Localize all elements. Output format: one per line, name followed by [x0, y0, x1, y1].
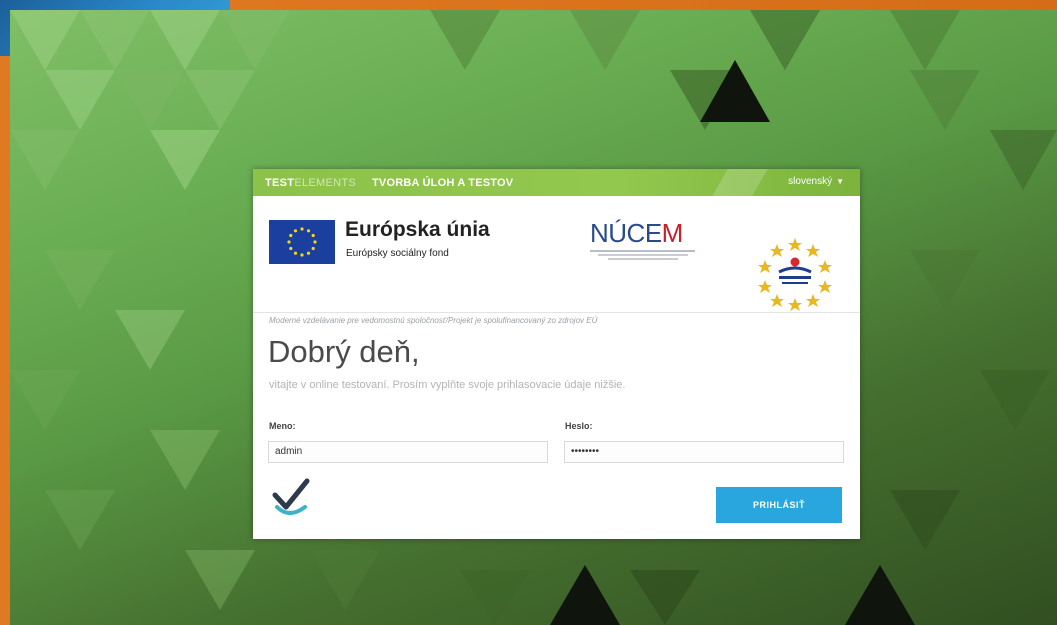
username-label: Meno: — [269, 421, 296, 431]
eu-flag-icon — [269, 220, 335, 264]
project-tagline: Moderné vzdelávanie pre vedomostnú spolo… — [269, 316, 598, 325]
eu-cofinanced-seal-icon — [758, 238, 832, 311]
password-label: Heslo: — [565, 421, 593, 431]
partner-logos: Európska únia Európsky sociálny fond NÚC… — [253, 196, 860, 325]
nucem-fineprint — [590, 254, 695, 260]
login-card: TEST ELEMENTS TVORBA ÚLOH A TESTOV slove… — [253, 169, 860, 539]
login-button[interactable]: PRIHLÁSIŤ — [716, 487, 842, 523]
checkmark-logo-icon — [272, 478, 310, 515]
nucem-divider — [590, 250, 695, 252]
nucem-wordmark-prefix: NÚCE — [590, 218, 662, 248]
password-input[interactable]: •••••••• — [564, 441, 844, 463]
app-header-bar: TEST ELEMENTS TVORBA ÚLOH A TESTOV slove… — [253, 169, 860, 196]
brand-name-light: ELEMENTS — [294, 176, 357, 189]
header-stripe-decoration — [712, 169, 768, 196]
eu-title: Európska únia — [345, 218, 490, 241]
caret-down-icon: ▼ — [836, 177, 844, 186]
language-selector[interactable]: slovenský ▼ — [788, 176, 844, 187]
username-input[interactable]: admin — [268, 441, 548, 463]
nucem-wordmark: NÚCEM — [590, 218, 695, 249]
brand-name-strong: TEST — [265, 176, 295, 189]
greeting-subtitle: vitajte v online testovaní. Prosím vyplň… — [269, 379, 626, 391]
language-label: slovenský — [788, 176, 833, 187]
nucem-logo: NÚCEM — [590, 218, 695, 260]
nucem-wordmark-suffix: M — [661, 218, 684, 248]
eu-subtitle: Európsky sociálny fond — [346, 248, 449, 259]
greeting-title: Dobrý deň, — [268, 334, 420, 369]
app-subtitle: TVORBA ÚLOH A TESTOV — [372, 176, 514, 189]
